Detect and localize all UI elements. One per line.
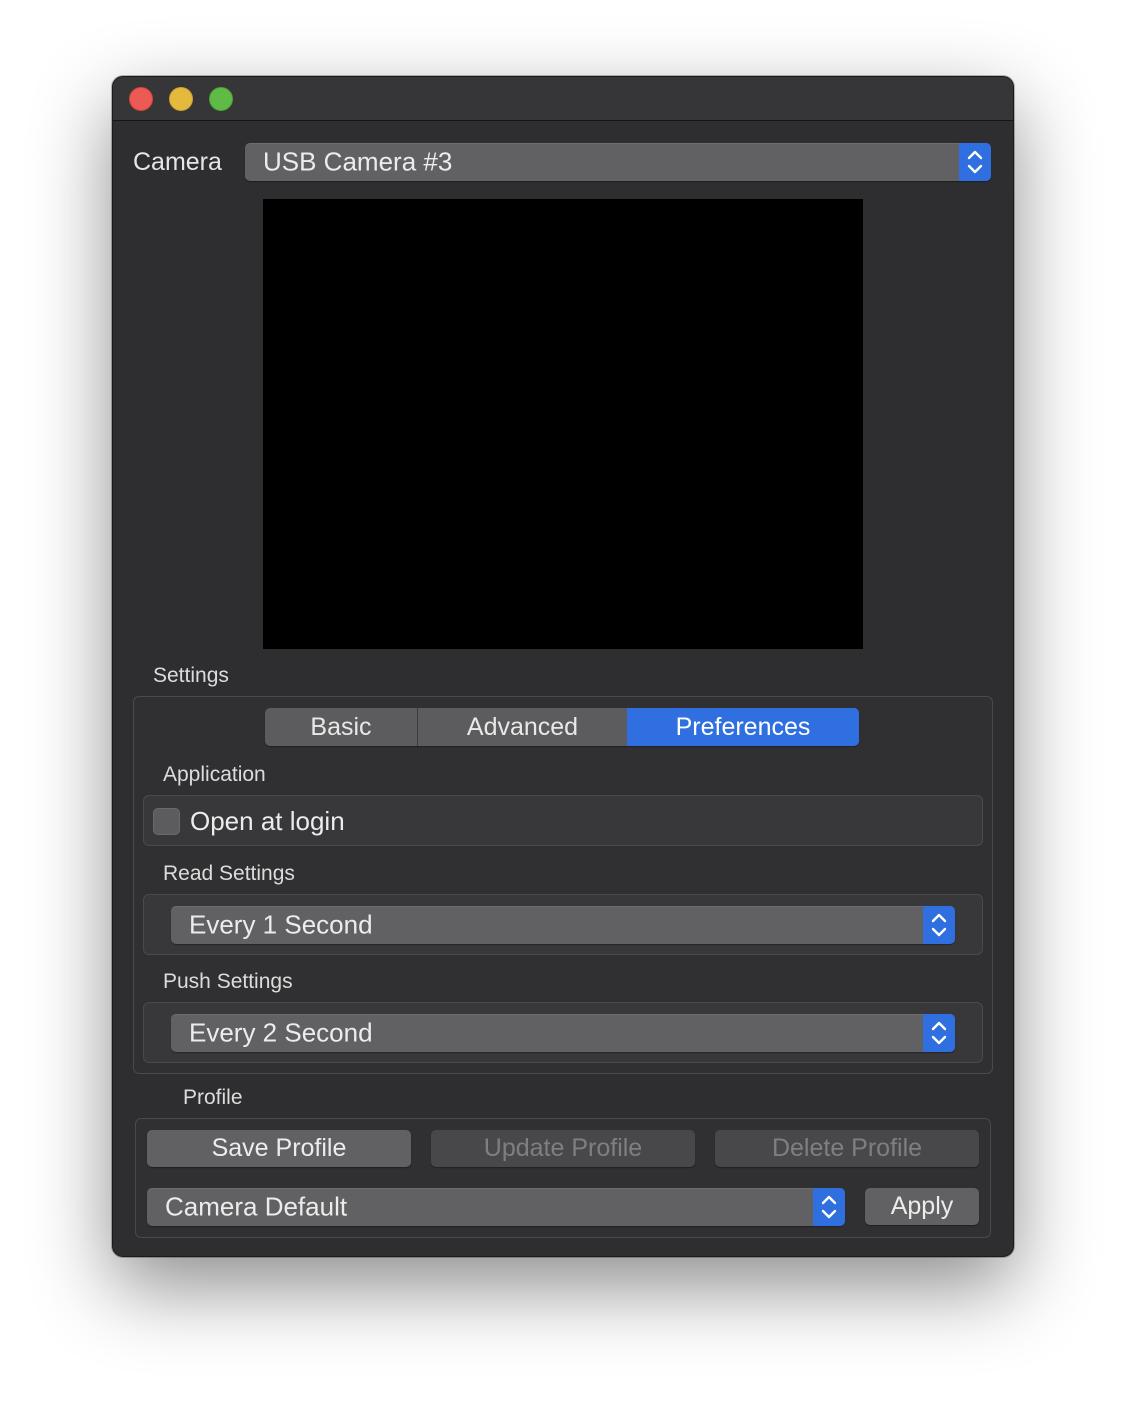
close-window-button[interactable] — [129, 87, 153, 111]
chevron-up-down-icon — [931, 913, 947, 937]
profile-select-value: Camera Default — [165, 1191, 348, 1222]
profile-select-stepper — [813, 1188, 845, 1226]
save-profile-button[interactable]: Save Profile — [147, 1130, 411, 1167]
chevron-up-down-icon — [931, 1021, 947, 1045]
settings-tab-control: Basic Advanced Preferences — [265, 708, 859, 746]
push-settings-select[interactable]: Every 2 Second — [171, 1014, 955, 1052]
open-at-login-label[interactable]: Open at login — [190, 806, 345, 837]
tab-preferences[interactable]: Preferences — [627, 708, 859, 746]
camera-settings-window: Camera USB Camera #3 Settings Basic Adva… — [112, 76, 1014, 1257]
open-at-login-checkbox[interactable] — [153, 808, 180, 835]
camera-select[interactable]: USB Camera #3 — [245, 143, 991, 181]
profile-section-label: Profile — [183, 1086, 243, 1109]
chevron-up-down-icon — [967, 150, 983, 174]
camera-select-value: USB Camera #3 — [263, 146, 453, 177]
zoom-window-button[interactable] — [209, 87, 233, 111]
delete-profile-button[interactable]: Delete Profile — [715, 1130, 979, 1167]
apply-button[interactable]: Apply — [865, 1188, 979, 1225]
read-settings-value: Every 1 Second — [189, 909, 373, 940]
camera-label: Camera — [133, 148, 222, 176]
update-profile-button[interactable]: Update Profile — [431, 1130, 695, 1167]
chevron-up-down-icon — [821, 1195, 837, 1219]
minimize-window-button[interactable] — [169, 87, 193, 111]
push-settings-stepper — [923, 1014, 955, 1052]
settings-section-label: Settings — [153, 664, 229, 687]
read-settings-stepper — [923, 906, 955, 944]
camera-select-stepper — [959, 143, 991, 181]
push-settings-label: Push Settings — [163, 970, 293, 993]
tab-basic[interactable]: Basic — [265, 708, 418, 746]
title-bar[interactable] — [113, 77, 1013, 121]
read-settings-select[interactable]: Every 1 Second — [171, 906, 955, 944]
profile-select[interactable]: Camera Default — [147, 1188, 845, 1226]
push-settings-value: Every 2 Second — [189, 1017, 373, 1048]
application-label: Application — [163, 763, 266, 786]
read-settings-label: Read Settings — [163, 862, 295, 885]
camera-preview — [263, 199, 863, 649]
tab-advanced[interactable]: Advanced — [418, 708, 627, 746]
